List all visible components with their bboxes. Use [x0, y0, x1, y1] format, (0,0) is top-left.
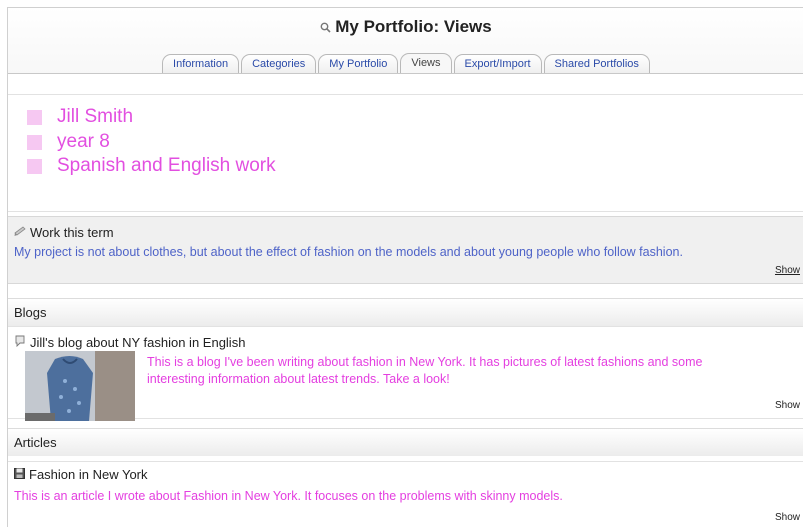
intro-name: Jill Smith [57, 106, 134, 127]
blog-description-line: interesting information about latest tre… [147, 372, 450, 386]
pin-icon [14, 335, 26, 350]
tab-shared-portfolios[interactable]: Shared Portfolios [543, 54, 650, 74]
work-term-show-link[interactable]: Show [775, 265, 800, 276]
page-title: My Portfolio: Views [8, 17, 803, 38]
work-term-description: My project is not about clothes, but abo… [14, 245, 683, 259]
blog-item: Jill's blog about NY fashion in English … [8, 326, 803, 421]
blogs-heading: Blogs [14, 305, 47, 320]
intro-item: year 8 [27, 130, 110, 154]
tab-export-import[interactable]: Export/Import [453, 54, 542, 74]
article-item: Fashion in New York This is an article I… [8, 461, 803, 527]
tab-bar: Information Categories My Portfolio View… [8, 52, 803, 74]
page-title-text: My Portfolio: Views [335, 17, 492, 36]
blog-title: Jill's blog about NY fashion in English [14, 335, 245, 350]
note-icon [14, 225, 26, 240]
work-term-section: Work this term My project is not about c… [8, 216, 803, 284]
bullet-square-icon [27, 134, 42, 150]
tab-information[interactable]: Information [162, 54, 240, 74]
intro-subject: Spanish and English work [57, 155, 276, 176]
work-term-title: Work this term [14, 225, 114, 240]
article-description: This is an article I wrote about Fashion… [14, 489, 563, 503]
magnifier-icon [320, 18, 331, 38]
articles-heading-bar: Articles [8, 428, 803, 456]
blog-description-line: This is a blog I've been writing about f… [147, 355, 703, 369]
portfolio-window: My Portfolio: Views Information Categori… [7, 7, 803, 527]
articles-heading: Articles [14, 435, 57, 450]
page-header: My Portfolio: Views Information Categori… [8, 8, 803, 74]
article-show-link[interactable]: Show [775, 512, 800, 523]
article-title: Fashion in New York [14, 467, 148, 482]
intro-item: Jill Smith [27, 105, 133, 129]
tab-divider [8, 73, 803, 74]
blog-thumbnail-image[interactable] [25, 351, 135, 421]
blogs-heading-bar: Blogs [8, 298, 803, 326]
tab-categories[interactable]: Categories [241, 54, 317, 74]
blog-title-text[interactable]: Jill's blog about NY fashion in English [30, 335, 245, 350]
tab-views[interactable]: Views [400, 53, 452, 74]
bullet-square-icon [27, 158, 42, 174]
intro-panel: Jill Smith year 8 Spanish and English wo… [8, 94, 803, 212]
work-term-title-text: Work this term [30, 225, 114, 240]
save-disk-icon [14, 467, 25, 482]
blog-show-link[interactable]: Show [775, 400, 800, 411]
article-title-text[interactable]: Fashion in New York [29, 467, 148, 482]
intro-year: year 8 [57, 131, 110, 152]
tab-my-portfolio[interactable]: My Portfolio [318, 54, 399, 74]
bullet-square-icon [27, 109, 42, 125]
intro-item: Spanish and English work [27, 154, 276, 178]
